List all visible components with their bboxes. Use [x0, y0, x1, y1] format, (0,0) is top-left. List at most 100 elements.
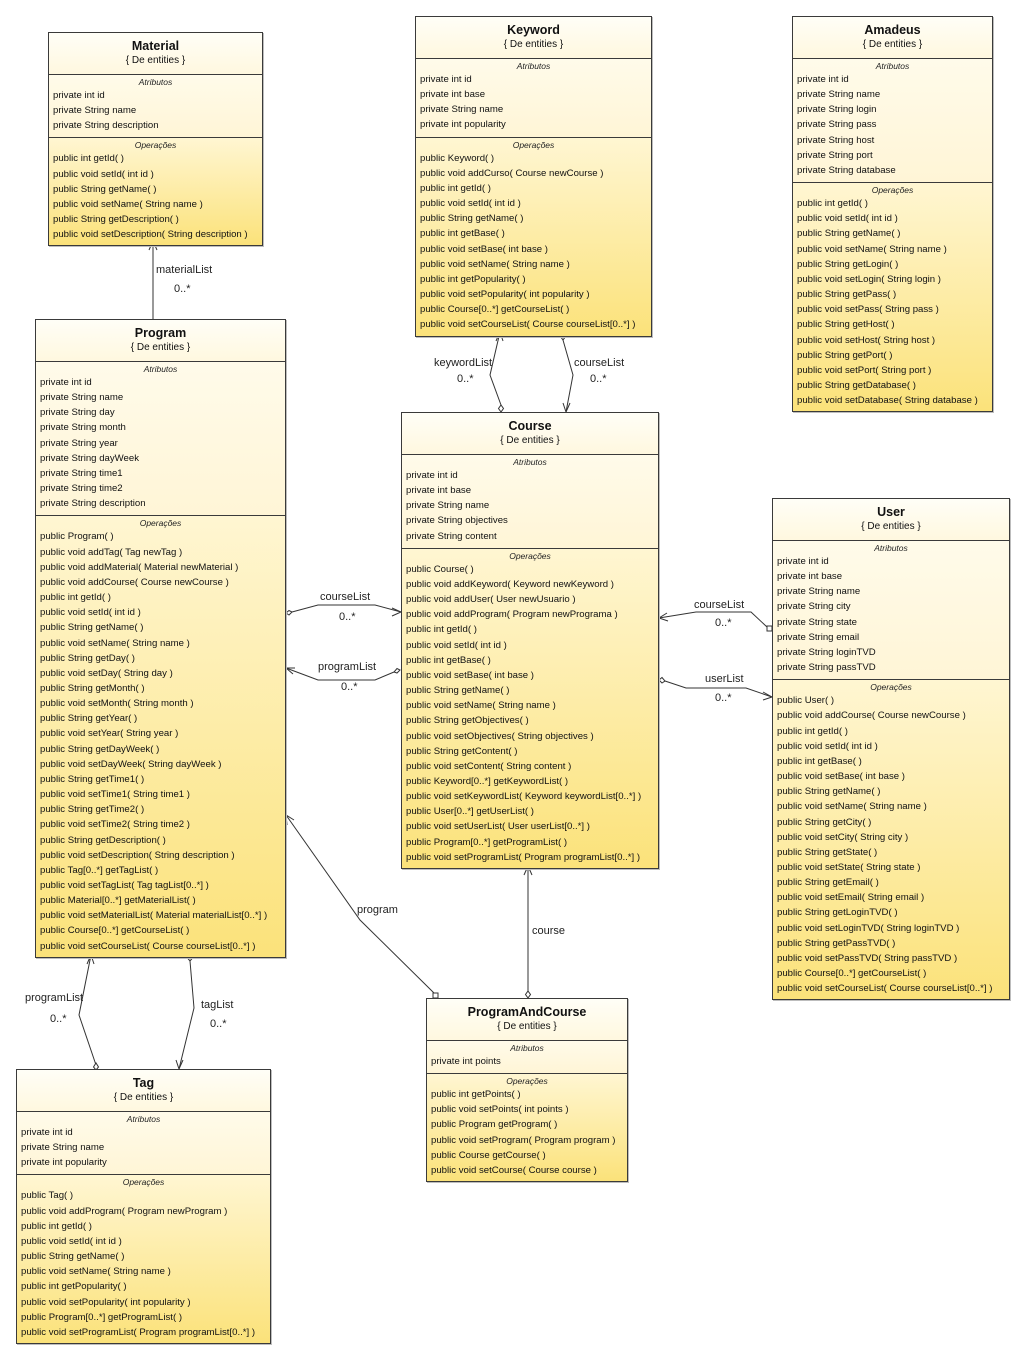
operation-row[interactable]: public void setPort( String port ) — [797, 363, 988, 378]
operation-row[interactable]: public String getDay( ) — [40, 651, 281, 666]
operation-row[interactable]: public void setDescription( String descr… — [40, 848, 281, 863]
attribute-row[interactable]: private String name — [797, 87, 988, 102]
attribute-row[interactable]: private String city — [777, 599, 1005, 614]
operation-row[interactable]: public Tag( ) — [21, 1188, 266, 1203]
operation-row[interactable]: public String getTime2( ) — [40, 802, 281, 817]
operation-row[interactable]: public void setId( int id ) — [40, 605, 281, 620]
operation-row[interactable]: public void setBase( int base ) — [420, 242, 647, 257]
link-keyword-course[interactable] — [562, 339, 574, 413]
attribute-row[interactable]: private String email — [777, 630, 1005, 645]
attribute-row[interactable]: private String name — [777, 584, 1005, 599]
operation-row[interactable]: public int getId( ) — [53, 151, 258, 166]
attribute-row[interactable]: private String database — [797, 163, 988, 178]
operation-row[interactable]: public String getName( ) — [53, 182, 258, 197]
operation-row[interactable]: public void addProgram( Program newProgr… — [21, 1204, 266, 1219]
operation-row[interactable]: public int getBase( ) — [420, 226, 647, 241]
operation-row[interactable]: public String getContent( ) — [406, 744, 654, 759]
operation-row[interactable]: public void setDescription( String descr… — [53, 227, 258, 242]
operation-row[interactable]: public int getBase( ) — [406, 653, 654, 668]
attribute-row[interactable]: private String login — [797, 102, 988, 117]
operation-row[interactable]: public void setProgramList( Program prog… — [406, 850, 654, 865]
attribute-row[interactable]: private String port — [797, 148, 988, 163]
operation-row[interactable]: public void addMaterial( Material newMat… — [40, 560, 281, 575]
operation-row[interactable]: public void setCourseList( Course course… — [777, 981, 1005, 996]
operation-row[interactable]: public int getBase( ) — [777, 754, 1005, 769]
operation-row[interactable]: public void setLogin( String login ) — [797, 272, 988, 287]
attribute-row[interactable]: private String description — [53, 118, 258, 133]
operation-row[interactable]: public void setTagList( Tag tagList[0..*… — [40, 878, 281, 893]
operation-row[interactable]: public void setMaterialList( Material ma… — [40, 908, 281, 923]
operation-row[interactable]: public String getName( ) — [406, 683, 654, 698]
operation-row[interactable]: public void setName( String name ) — [406, 698, 654, 713]
operation-row[interactable]: public String getTime1( ) — [40, 772, 281, 787]
operation-row[interactable]: public void setName( String name ) — [420, 257, 647, 272]
attribute-row[interactable]: private String time2 — [40, 481, 281, 496]
operation-row[interactable]: public String getName( ) — [777, 784, 1005, 799]
operation-row[interactable]: public void setKeywordList( Keyword keyw… — [406, 789, 654, 804]
operation-row[interactable]: public String getPort( ) — [797, 348, 988, 363]
attribute-row[interactable]: private int id — [777, 554, 1005, 569]
attribute-row[interactable]: private int base — [777, 569, 1005, 584]
operation-row[interactable]: public void setName( String name ) — [53, 197, 258, 212]
operation-row[interactable]: public String getLoginTVD( ) — [777, 905, 1005, 920]
operation-row[interactable]: public String getPass( ) — [797, 287, 988, 302]
attribute-row[interactable]: private String passTVD — [777, 660, 1005, 675]
operation-row[interactable]: public void setContent( String content ) — [406, 759, 654, 774]
attribute-row[interactable]: private String year — [40, 436, 281, 451]
operation-row[interactable]: public void setPass( String pass ) — [797, 302, 988, 317]
operation-row[interactable]: public void setId( int id ) — [420, 196, 647, 211]
class-tag[interactable]: Tag { De entities } Atributos private int i… — [16, 1069, 271, 1345]
operation-row[interactable]: public Program getProgram( ) — [431, 1117, 623, 1132]
operation-row[interactable]: public Course[0..*] getCourseList( ) — [420, 302, 647, 317]
attribute-row[interactable]: private int popularity — [420, 117, 647, 132]
operation-row[interactable]: public void setId( int id ) — [406, 638, 654, 653]
operation-row[interactable]: public Course[0..*] getCourseList( ) — [40, 923, 281, 938]
attribute-row[interactable]: private String objectives — [406, 513, 654, 528]
class-keyword[interactable]: Keyword{ De entities } Atributos private i… — [415, 16, 652, 337]
attribute-row[interactable]: private String description — [40, 496, 281, 511]
operation-row[interactable]: public String getObjectives( ) — [406, 713, 654, 728]
operation-row[interactable]: public void setDay( String day ) — [40, 666, 281, 681]
operation-row[interactable]: public String getName( ) — [21, 1249, 266, 1264]
operation-row[interactable]: public String getYear( ) — [40, 711, 281, 726]
attribute-row[interactable]: private String host — [797, 133, 988, 148]
operation-row[interactable]: public void setCourseList( Course course… — [420, 317, 647, 332]
operation-row[interactable]: public String getCity( ) — [777, 815, 1005, 830]
attribute-row[interactable]: private String state — [777, 615, 1005, 630]
operation-row[interactable]: public String getName( ) — [797, 226, 988, 241]
operation-row[interactable]: public void setName( String name ) — [21, 1264, 266, 1279]
operation-row[interactable]: public void addUser( User newUsuario ) — [406, 592, 654, 607]
operation-row[interactable]: public int getId( ) — [420, 181, 647, 196]
operation-row[interactable]: public void addKeyword( Keyword newKeywo… — [406, 577, 654, 592]
attribute-row[interactable]: private String name — [40, 390, 281, 405]
operation-row[interactable]: public String getLogin( ) — [797, 257, 988, 272]
operation-row[interactable]: public void setPoints( int points ) — [431, 1102, 623, 1117]
class-program[interactable]: Program { De entities } Atributos private i… — [35, 319, 286, 958]
operation-row[interactable]: public void addCurso( Course newCourse ) — [420, 166, 647, 181]
attribute-row[interactable]: private String name — [406, 498, 654, 513]
operation-row[interactable]: public int getPopularity( ) — [420, 272, 647, 287]
operation-row[interactable]: public void setTime2( String time2 ) — [40, 817, 281, 832]
operation-row[interactable]: public int getPopularity( ) — [21, 1279, 266, 1294]
class-material[interactable]: Material{ De entities } Atributos private … — [48, 32, 263, 247]
operation-row[interactable]: public String getDayWeek( ) — [40, 742, 281, 757]
attribute-row[interactable]: private int id — [797, 72, 988, 87]
operation-row[interactable]: public void addTag( Tag newTag ) — [40, 545, 281, 560]
operation-row[interactable]: public Course[0..*] getCourseList( ) — [777, 966, 1005, 981]
class-user[interactable]: User{ De entities } Atributos private int … — [772, 498, 1010, 1001]
operation-row[interactable]: public void setPopularity( int popularit… — [21, 1295, 266, 1310]
operation-row[interactable]: public void setCourse( Course course ) — [431, 1163, 623, 1178]
operation-row[interactable]: public void setName( String name ) — [797, 242, 988, 257]
attribute-row[interactable]: private int id — [420, 72, 647, 87]
operation-row[interactable]: public String getDescription( ) — [53, 212, 258, 227]
operation-row[interactable]: public void setUserList( User userList[0… — [406, 819, 654, 834]
attribute-row[interactable]: private int base — [420, 87, 647, 102]
operation-row[interactable]: public void setId( int id ) — [777, 739, 1005, 754]
operation-row[interactable]: public void setDatabase( String database… — [797, 393, 988, 408]
link-program-tag[interactable] — [178, 960, 195, 1070]
attribute-row[interactable]: private int id — [40, 375, 281, 390]
attribute-row[interactable]: private int id — [21, 1125, 266, 1140]
operation-row[interactable]: public String getMonth( ) — [40, 681, 281, 696]
operation-row[interactable]: public void setBase( int base ) — [406, 668, 654, 683]
operation-row[interactable]: public void setCity( String city ) — [777, 830, 1005, 845]
